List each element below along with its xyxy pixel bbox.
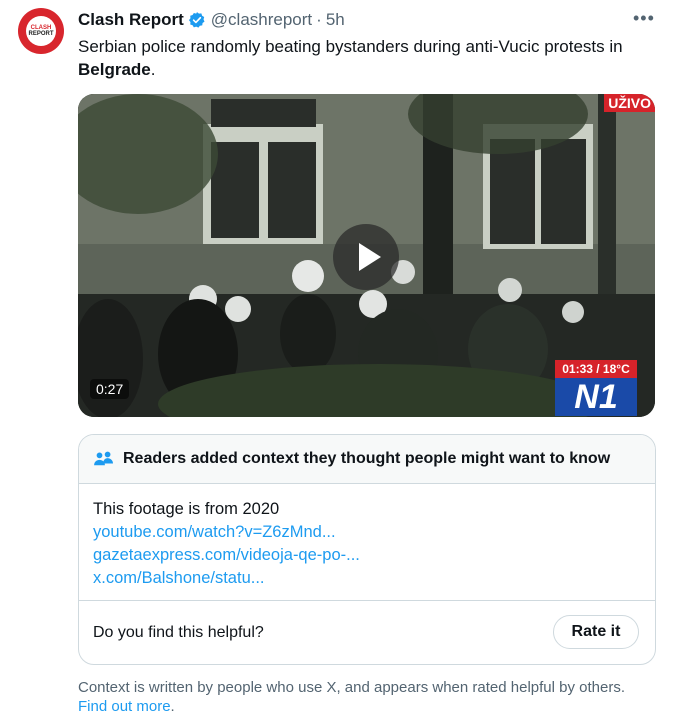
channel-logo: N1 bbox=[555, 378, 637, 416]
note-footer: Context is written by people who use X, … bbox=[78, 678, 678, 716]
source-link-gazetaexpress[interactable]: gazetaexpress.com/videoja-qe-po-... bbox=[93, 544, 641, 567]
tweet-time[interactable]: 5h bbox=[326, 10, 345, 30]
avatar-logo: CLASH REPORT bbox=[26, 16, 56, 46]
community-note-header: Readers added context they thought peopl… bbox=[79, 435, 655, 484]
overlay-time: 01:33 / 18°C bbox=[555, 360, 637, 378]
author-name[interactable]: Clash Report bbox=[78, 10, 184, 30]
tweet-text-bold: Belgrade bbox=[78, 60, 151, 79]
community-note: Readers added context they thought peopl… bbox=[78, 434, 656, 665]
source-link-youtube[interactable]: youtube.com/watch?v=Z6zMnd... bbox=[93, 521, 641, 544]
separator-dot: · bbox=[316, 10, 322, 29]
live-label: UŽIVO bbox=[604, 94, 655, 112]
people-icon bbox=[94, 451, 113, 466]
author-handle[interactable]: @clashreport bbox=[211, 10, 312, 30]
footer-end: . bbox=[170, 698, 175, 715]
community-note-text: This footage is from 2020 bbox=[93, 500, 280, 518]
community-note-body: This footage is from 2020 youtube.com/wa… bbox=[79, 484, 655, 590]
avatar[interactable]: CLASH REPORT bbox=[18, 8, 64, 54]
video-player[interactable]: UŽIVO 0:27 01:33 / 18°C N1 bbox=[78, 94, 655, 417]
tweet-text-plain: Serbian police randomly beating bystande… bbox=[78, 37, 623, 56]
source-link-x[interactable]: x.com/Balshone/statu... bbox=[93, 567, 641, 590]
find-out-more-link[interactable]: Find out more bbox=[78, 698, 171, 715]
tweet-header: Clash Report @clashreport · 5h bbox=[78, 10, 345, 30]
divider bbox=[79, 600, 655, 601]
tweet-text-end: . bbox=[150, 60, 156, 79]
tweet-text: Serbian police randomly beating bystande… bbox=[78, 35, 668, 81]
video-duration: 0:27 bbox=[90, 379, 130, 399]
helpful-question: Do you find this helpful? bbox=[93, 624, 264, 641]
play-icon[interactable] bbox=[333, 224, 399, 290]
community-note-title: Readers added context they thought peopl… bbox=[123, 450, 611, 467]
avatar-text-2: REPORT bbox=[28, 31, 54, 37]
more-icon[interactable]: ••• bbox=[633, 8, 655, 29]
footer-text: Context is written by people who use X, … bbox=[78, 679, 625, 696]
verified-badge-icon bbox=[188, 12, 205, 28]
rate-it-button[interactable]: Rate it bbox=[553, 615, 639, 649]
channel-overlay: 01:33 / 18°C N1 bbox=[555, 360, 637, 416]
